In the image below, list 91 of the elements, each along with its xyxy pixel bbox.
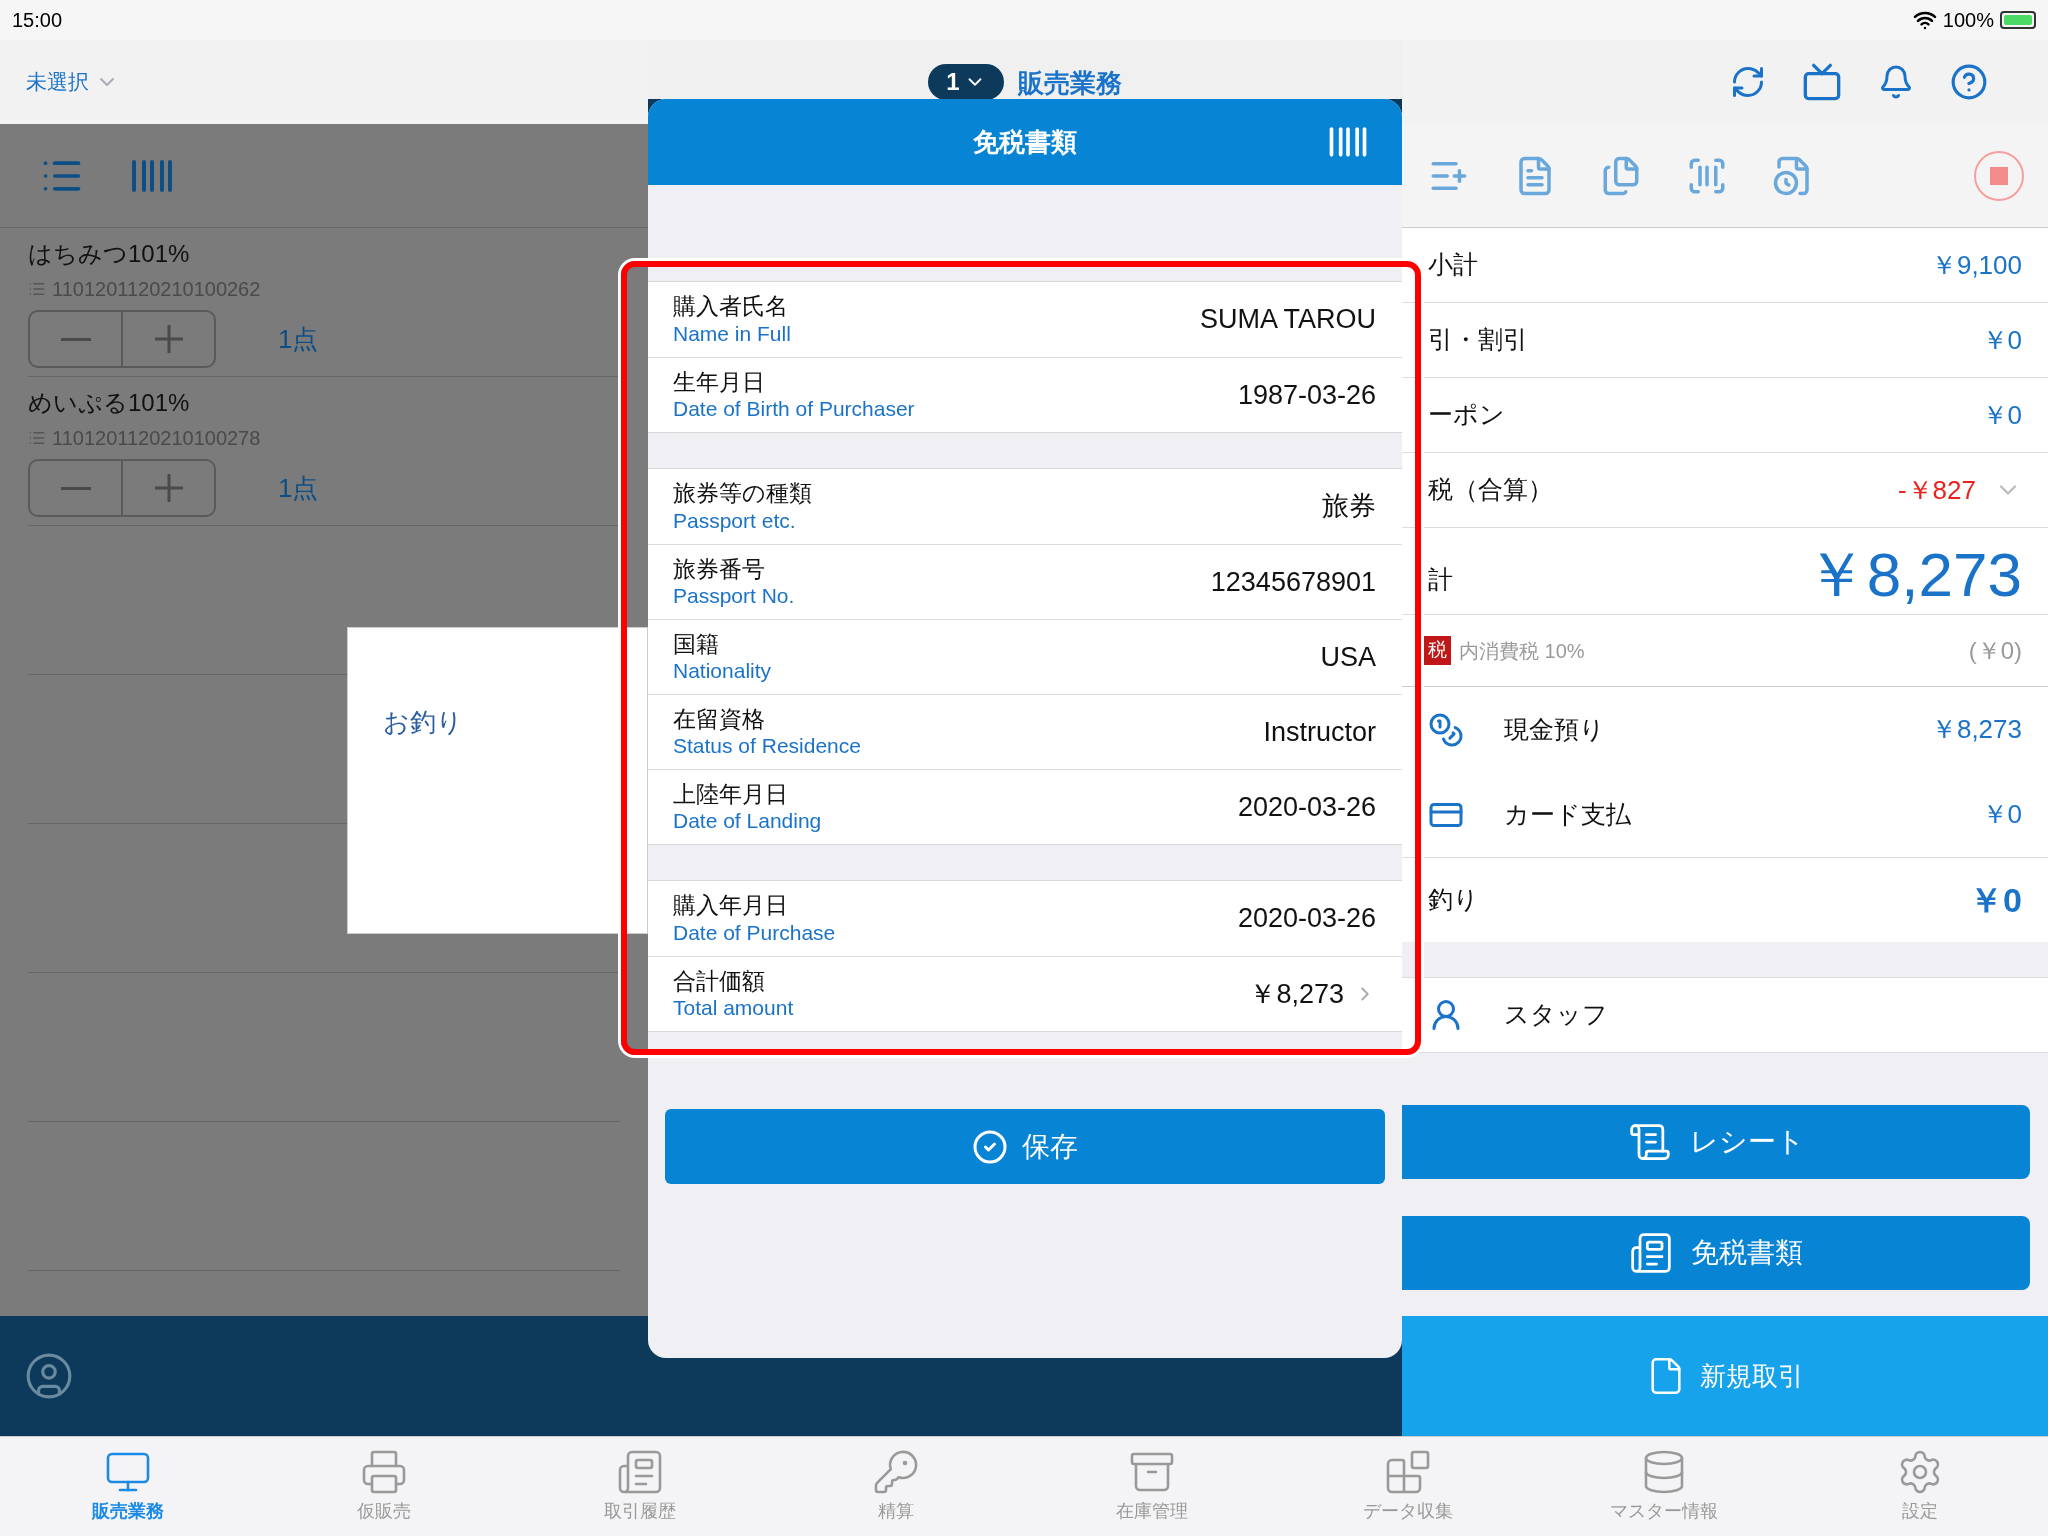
status-time: 15:00 (12, 8, 63, 33)
refresh-icon[interactable] (1730, 64, 1766, 100)
printer-icon (360, 1448, 408, 1496)
tab-bar-item[interactable]: データ収集 (1280, 1437, 1536, 1536)
stop-button[interactable] (1974, 150, 2024, 201)
key-icon (872, 1448, 920, 1496)
page-title: 販売業務 (1017, 67, 1122, 100)
summary-label: 税（合算） (1428, 474, 1554, 506)
field-label-english: Status of Residence (673, 733, 862, 760)
change-label: 釣り (1428, 884, 1480, 916)
total-value: ￥8,273 (1804, 544, 2022, 606)
payment-row[interactable]: カード支払 ￥0 (1402, 772, 2048, 857)
field-label-english: Passport No. (673, 583, 796, 610)
store-selector[interactable]: 未選択 (26, 66, 119, 98)
new-transaction-button[interactable]: 新規取引 (1402, 1316, 2048, 1436)
field-label-english: Passport etc. (673, 507, 797, 534)
save-button[interactable]: 保存 (665, 1109, 1385, 1184)
item-quantity: 1点 (278, 322, 319, 356)
tab-bar-item[interactable]: マスター情報 (1536, 1437, 1792, 1536)
field-value: SUMA TAROU (1199, 303, 1376, 337)
plus-icon (152, 472, 185, 504)
change-value: ￥0 (1969, 879, 2022, 921)
tab-bar-item[interactable]: 取引履歴 (512, 1437, 768, 1536)
field-label-english: Date of Purchase (673, 919, 837, 946)
summary-value: ￥0 (1981, 323, 2022, 357)
field-value: ￥8,273 (1249, 977, 1344, 1011)
summary-value: ￥0 (1981, 398, 2022, 432)
field-label-english: Name in Full (673, 320, 792, 347)
check-circle-icon (972, 1128, 1008, 1165)
field-label: 購入者氏名 (673, 292, 789, 321)
field-value: 2020-03-26 (1237, 790, 1376, 824)
tax-free-button[interactable]: 免税書類 (1402, 1216, 2030, 1290)
payment-value: ￥0 (1981, 798, 2022, 831)
field-label-english: Nationality (673, 658, 773, 685)
code-icon (28, 280, 46, 298)
register-selector[interactable]: 1 (928, 64, 1004, 100)
field-value: 2020-03-26 (1237, 902, 1376, 936)
tab-bar-item[interactable]: 在庫管理 (1024, 1437, 1280, 1536)
field-value: 旅券 (1322, 490, 1376, 524)
staff-row[interactable]: スタッフ (1402, 977, 2048, 1053)
document-icon (616, 1448, 664, 1496)
summary-value: -￥827 (1897, 473, 1976, 507)
summary-label: 引・割引 (1428, 324, 1529, 356)
tab-bar-item[interactable]: 設定 (1792, 1437, 2048, 1536)
tab-bar-item[interactable]: 販売業務 (0, 1437, 256, 1536)
item-name: めいぷる101% (28, 388, 191, 418)
field-label: 在留資格 (673, 704, 766, 734)
summary-row[interactable]: 税（合算） -￥827 (1402, 453, 2048, 528)
total-label: 計 (1428, 563, 1453, 595)
item-name: はちみつ101% (28, 239, 191, 269)
item-quantity: 1点 (278, 471, 319, 505)
tax-badge: 税 (1424, 636, 1451, 665)
plus-icon (152, 323, 185, 355)
modal-title: 免税書類 (973, 125, 1077, 159)
summary-label: 小計 (1428, 249, 1479, 281)
coins-icon (1428, 711, 1464, 748)
field-value: 1987-03-26 (1237, 378, 1376, 412)
tab-bar-item[interactable]: 精算 (768, 1437, 1024, 1536)
field-label: 旅券等の種類 (673, 479, 813, 508)
bell-icon[interactable] (1878, 64, 1914, 100)
field-value: 12345678901 (1210, 565, 1376, 599)
field-label: 国籍 (673, 629, 720, 659)
payment-row[interactable]: 現金預り ￥8,273 (1402, 687, 2048, 772)
summary-label: ーポン (1428, 399, 1506, 431)
summary-value: ￥9,100 (1930, 248, 2022, 282)
battery-percent: 100% (1942, 8, 1994, 33)
help-icon[interactable] (1950, 63, 1988, 101)
field-label: 購入年月日 (673, 891, 789, 920)
payment-label: カード支払 (1504, 798, 1632, 830)
tax-note: 内消費税 10% (1459, 638, 1586, 664)
field-label-english: Total amount (673, 995, 795, 1022)
field-label-english: Date of Birth of Purchaser (673, 396, 916, 423)
user-icon[interactable] (24, 1351, 74, 1401)
blocks-icon (1384, 1448, 1432, 1496)
tax-value: (￥0) (1968, 635, 2022, 666)
document-icon (1629, 1231, 1673, 1275)
payment-value: ￥8,273 (1930, 713, 2022, 746)
field-label: 合計価額 (673, 966, 766, 996)
field-label: 旅券番号 (673, 554, 766, 584)
change-label: お釣り (383, 707, 463, 737)
field-value: USA (1320, 640, 1376, 674)
display-icon[interactable] (1802, 62, 1842, 102)
code-icon (28, 429, 46, 447)
field-value: Instructor (1263, 715, 1376, 749)
field-label-english: Date of Landing (673, 808, 823, 835)
tab-bar-item[interactable]: 仮販売 (256, 1437, 512, 1536)
battery-icon (2000, 11, 2036, 29)
payment-label: 現金預り (1504, 713, 1606, 745)
field-label: 上陸年月日 (673, 779, 789, 809)
receipt-button[interactable]: レシート (1402, 1105, 2030, 1179)
field-label: 生年月日 (673, 367, 766, 397)
